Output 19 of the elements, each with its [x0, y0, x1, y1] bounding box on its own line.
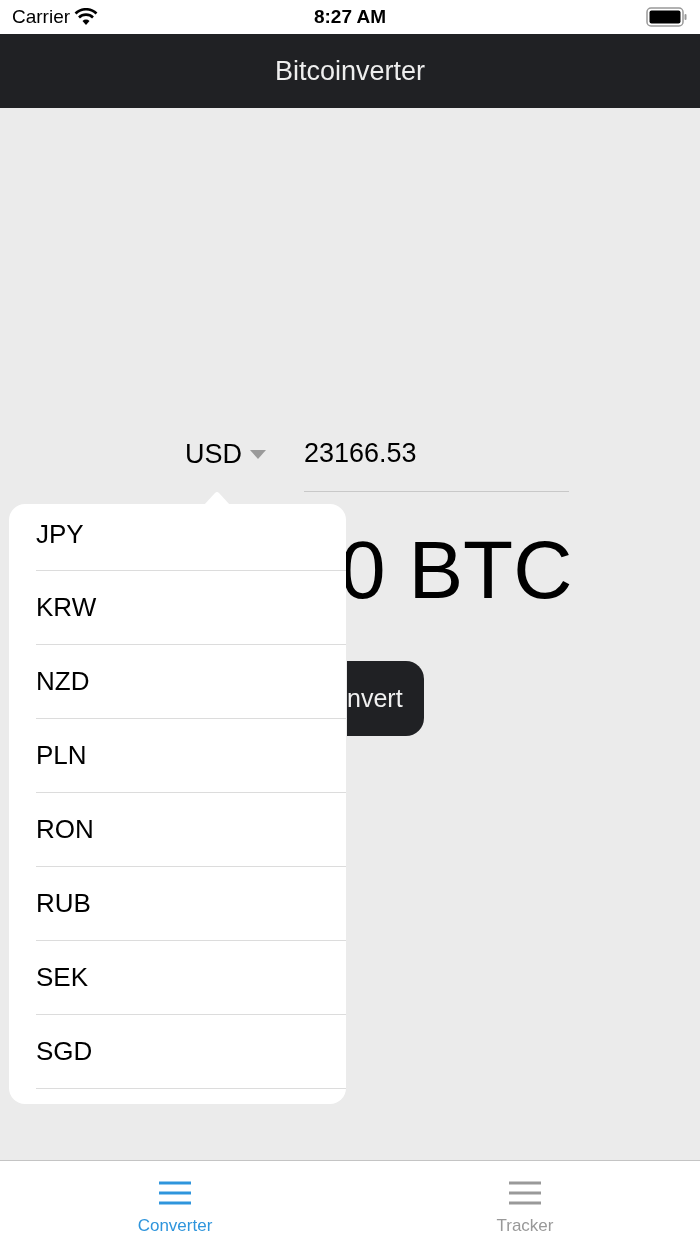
currency-option[interactable]: NZD: [36, 662, 90, 701]
menu-icon: [159, 1181, 191, 1205]
app-title: Bitcoinverter: [274, 54, 426, 88]
currency-option[interactable]: SEK: [36, 958, 89, 997]
wifi-icon: [74, 8, 99, 26]
carrier-label: Carrier: [12, 4, 71, 29]
currency-option[interactable]: KRW: [36, 588, 97, 627]
caret-icon: [250, 449, 266, 459]
currency-option[interactable]: PLN: [36, 736, 87, 775]
currency-option[interactable]: RUB: [36, 884, 91, 923]
menu-icon: [509, 1181, 541, 1205]
currency-picker[interactable]: USD: [185, 433, 304, 475]
currency-option[interactable]: RON: [36, 810, 94, 849]
currency-option[interactable]: SGD: [36, 1032, 93, 1071]
convert-button[interactable]: nvert: [347, 661, 424, 736]
clock-time: 8:27 AM: [313, 4, 387, 29]
currency-option[interactable]: JPY: [36, 515, 84, 554]
battery-icon: [646, 7, 688, 27]
amount-field[interactable]: 23166.53: [304, 416, 569, 492]
